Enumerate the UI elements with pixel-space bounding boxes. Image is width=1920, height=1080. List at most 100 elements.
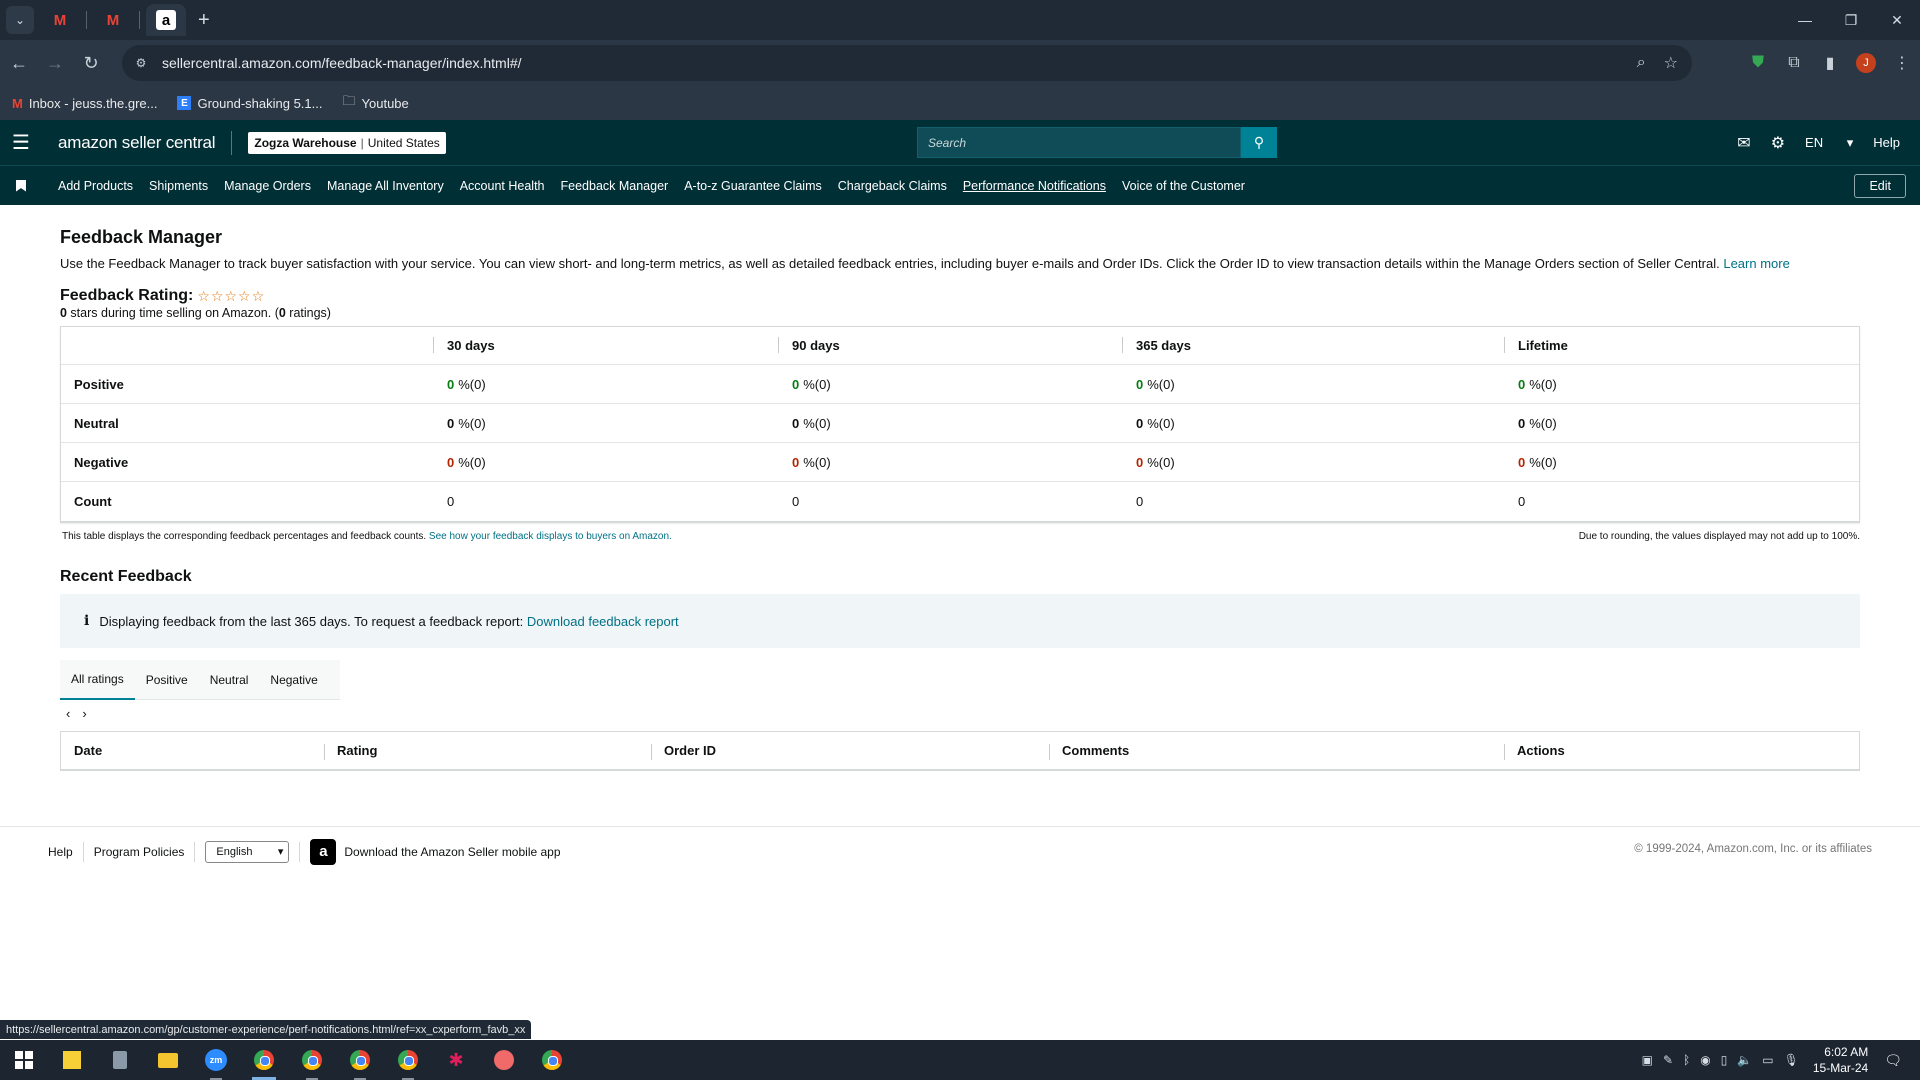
restore-icon[interactable]: ❐ <box>1828 0 1874 40</box>
footer-program-policies-link[interactable]: Program Policies <box>94 845 185 859</box>
profile-avatar[interactable]: J <box>1856 53 1876 73</box>
microphone-icon[interactable]: 🎙 <box>1784 1053 1799 1067</box>
footer-help-link[interactable]: Help <box>48 845 73 859</box>
rating-summary-end: ratings) <box>285 306 331 320</box>
positive-value: 0 <box>792 376 800 392</box>
battery-icon[interactable]: ▯ <box>1721 1053 1728 1067</box>
windows-start-icon[interactable] <box>0 1040 48 1080</box>
tab-negative[interactable]: Negative <box>259 660 328 700</box>
nav-manage-all-inventory[interactable]: Manage All Inventory <box>327 179 444 193</box>
nav-a-to-z-claims[interactable]: A-to-z Guarantee Claims <box>684 179 822 193</box>
volume-icon[interactable]: 🔈 <box>1737 1053 1752 1067</box>
chevron-left-icon[interactable]: ‹ <box>66 706 70 721</box>
learn-more-link[interactable]: Learn more <box>1723 256 1789 271</box>
asana-icon[interactable] <box>480 1040 528 1080</box>
footer-language-select[interactable]: English ▾ <box>205 840 290 863</box>
download-report-link[interactable]: Download feedback report <box>527 614 679 629</box>
clock-time: 6:02 AM <box>1824 1045 1869 1059</box>
cell-percent: %(0) <box>803 376 831 392</box>
row-label: Positive <box>74 376 124 392</box>
network-icon[interactable]: ▭ <box>1762 1053 1773 1067</box>
tab-search-chevron-icon[interactable]: ⌄ <box>6 6 34 34</box>
bookmark-gmail-inbox[interactable]: M Inbox - jeuss.the.gre... <box>12 96 157 111</box>
notifications-icon[interactable]: 🗨 <box>1884 1052 1902 1069</box>
nav-account-health[interactable]: Account Health <box>460 179 545 193</box>
table-cell: 0 %(0) <box>1504 443 1859 481</box>
chrome-profile-icon[interactable] <box>336 1040 384 1080</box>
column-header-date[interactable]: Date <box>61 732 324 769</box>
column-header-30-days: 30 days <box>433 327 778 364</box>
column-header-rating[interactable]: Rating <box>324 732 651 769</box>
mail-icon[interactable]: ✉ <box>1737 133 1750 153</box>
nav-voice-of-customer[interactable]: Voice of the Customer <box>1122 179 1245 193</box>
nav-performance-notifications[interactable]: Performance Notifications <box>963 179 1106 193</box>
back-arrow-icon[interactable]: ← <box>2 46 36 80</box>
kebab-menu-icon[interactable]: ⋮ <box>1884 53 1920 73</box>
chrome-icon[interactable] <box>240 1040 288 1080</box>
edit-nav-button[interactable]: Edit <box>1854 174 1906 198</box>
bookmark-youtube-folder[interactable]: 🗀 Youtube <box>343 92 409 114</box>
nav-shipments[interactable]: Shipments <box>149 179 208 193</box>
nav-feedback-manager[interactable]: Feedback Manager <box>561 179 669 193</box>
nav-manage-orders[interactable]: Manage Orders <box>224 179 311 193</box>
omnibox[interactable]: ⚙ sellercentral.amazon.com/feedback-mana… <box>122 45 1692 81</box>
chrome-icon[interactable] <box>528 1040 576 1080</box>
negative-value: 0 <box>792 454 800 470</box>
slack-icon[interactable]: ✱ <box>432 1040 480 1080</box>
nvidia-icon[interactable]: ▣ <box>1642 1053 1653 1067</box>
extensions-puzzle-icon[interactable]: ⧉ <box>1776 54 1812 72</box>
tab-all-ratings[interactable]: All ratings <box>60 660 135 700</box>
download-app-link[interactable]: Download the Amazon Seller mobile app <box>344 845 560 859</box>
table-note-text: This table displays the corresponding fe… <box>62 531 427 542</box>
tab-positive[interactable]: Positive <box>135 660 199 700</box>
tab-amazon-active[interactable]: a <box>146 4 186 36</box>
bluetooth-icon[interactable]: ᛒ <box>1683 1053 1690 1067</box>
minimize-icon[interactable]: — <box>1782 0 1828 40</box>
hamburger-menu-icon[interactable]: ☰ <box>12 130 32 155</box>
bookmark-ground-shaking[interactable]: E Ground-shaking 5.1... <box>177 96 323 111</box>
pen-icon[interactable]: ✎ <box>1663 1053 1673 1067</box>
chrome-profile-icon[interactable] <box>288 1040 336 1080</box>
calculator-icon[interactable] <box>96 1040 144 1080</box>
language-selector[interactable]: EN ▾ <box>1805 135 1853 151</box>
new-tab-plus-icon[interactable]: + <box>198 9 210 32</box>
gear-icon[interactable]: ⚙ <box>1771 133 1785 153</box>
side-panel-icon[interactable]: ▮ <box>1812 53 1848 73</box>
table-cell: 0 %(0) <box>433 404 778 442</box>
tab-neutral[interactable]: Neutral <box>199 660 260 700</box>
amazon-app-icon[interactable]: a <box>310 838 337 865</box>
shield-extension-icon[interactable]: ⛊ <box>1740 54 1776 72</box>
url-text[interactable]: sellercentral.amazon.com/feedback-manage… <box>162 55 522 71</box>
chrome-profile-icon[interactable] <box>384 1040 432 1080</box>
nav-add-products[interactable]: Add Products <box>58 179 133 193</box>
clock[interactable]: 6:02 AM 15-Mar-24 <box>1813 1044 1868 1076</box>
zoom-icon[interactable]: ⌕ <box>1637 54 1646 72</box>
file-explorer-icon[interactable] <box>144 1040 192 1080</box>
zoom-app-icon[interactable]: zm <box>192 1040 240 1080</box>
column-header-order-id[interactable]: Order ID <box>651 732 1049 769</box>
tab-gmail-2[interactable]: M <box>93 4 133 36</box>
forward-arrow-icon[interactable]: → <box>38 46 72 80</box>
tab-gmail-1[interactable]: M <box>40 4 80 36</box>
gmail-icon: M <box>53 11 67 29</box>
seller-search: Search ⚲ <box>917 127 1277 158</box>
site-settings-icon[interactable]: ⚙ <box>128 50 154 76</box>
zoom-tray-icon[interactable]: ◉ <box>1700 1053 1710 1067</box>
cell-percent: %(0) <box>1529 415 1557 431</box>
nav-chargeback-claims[interactable]: Chargeback Claims <box>838 179 947 193</box>
sticky-notes-icon[interactable] <box>48 1040 96 1080</box>
close-icon[interactable]: ✕ <box>1874 0 1920 40</box>
amazon-seller-central-logo[interactable]: amazon seller central <box>58 133 216 153</box>
reload-icon[interactable]: ↻ <box>74 46 108 80</box>
store-switcher[interactable]: Zogza Warehouse | United States <box>248 131 446 154</box>
bookmark-icon[interactable] <box>16 179 26 192</box>
feedback-display-link[interactable]: See how your feedback displays to buyers… <box>429 531 672 542</box>
search-input[interactable]: Search <box>917 127 1241 158</box>
amazon-icon: a <box>156 10 176 30</box>
search-button[interactable]: ⚲ <box>1241 127 1277 158</box>
bookmark-star-icon[interactable]: ☆ <box>1664 53 1678 73</box>
column-header-comments[interactable]: Comments <box>1049 732 1504 769</box>
intro-body: Use the Feedback Manager to track buyer … <box>60 256 1720 271</box>
chevron-right-icon[interactable]: › <box>82 706 86 721</box>
help-link[interactable]: Help <box>1873 135 1900 150</box>
